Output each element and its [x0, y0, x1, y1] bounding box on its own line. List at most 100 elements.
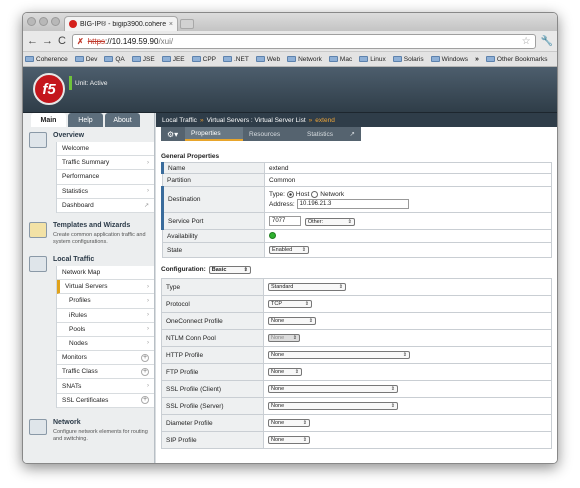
type-select[interactable]: Standard ⇕: [268, 283, 346, 291]
section-title[interactable]: Local Traffic: [53, 254, 154, 266]
bookmark-mac[interactable]: Mac: [328, 55, 353, 63]
close-window-button[interactable]: [27, 17, 36, 26]
ftp-profile-select[interactable]: None ⇕: [268, 368, 302, 376]
bookmark-network[interactable]: Network: [287, 56, 322, 63]
breadcrumb-current: extend: [315, 116, 335, 124]
bookmark-qa[interactable]: QA: [104, 56, 125, 63]
select-value: None: [271, 403, 285, 409]
other-bookmarks[interactable]: Other Bookmarks: [485, 56, 547, 63]
menu-traffic-summary[interactable]: Traffic Summary ›: [57, 156, 154, 171]
menu-nodes[interactable]: Nodes ›: [57, 337, 154, 352]
bookmark-jse[interactable]: JSE: [131, 56, 155, 63]
menu-performance[interactable]: Performance: [57, 170, 154, 185]
address-bar[interactable]: ✗ https://10.149.59.90/xui/ ☆: [72, 33, 536, 49]
folder-icon: [430, 56, 440, 62]
service-port-select[interactable]: Other: ⇕: [304, 217, 355, 226]
bookmark-label: Mac: [339, 55, 353, 63]
oneconnect-profile-select[interactable]: None ⇕: [268, 317, 316, 325]
bookmark-label: Windows: [441, 55, 468, 63]
menu-monitors[interactable]: Monitors +: [57, 351, 154, 366]
reload-icon[interactable]: C: [57, 35, 67, 47]
arrow-right-icon: ›: [147, 159, 149, 166]
bookmark-dev[interactable]: Dev: [74, 56, 97, 63]
select-arrows-icon: ⇕: [308, 318, 313, 324]
ssl-server-profile-select[interactable]: None ⇕: [268, 402, 398, 410]
config-label: Protocol: [161, 295, 264, 313]
overview-icon: [29, 132, 47, 148]
bookmark-jee[interactable]: JEE: [161, 56, 185, 63]
select-arrows-icon: ⇕: [347, 218, 352, 225]
new-tab-button[interactable]: [180, 19, 194, 29]
bookmark-windows[interactable]: Windows: [430, 55, 468, 63]
minimize-window-button[interactable]: [39, 17, 48, 26]
section-title[interactable]: Templates and Wizards: [53, 220, 154, 232]
breadcrumb-separator: »: [199, 116, 204, 124]
diameter-profile-select[interactable]: None ⇕: [268, 419, 310, 427]
wrench-menu-icon[interactable]: 🔧: [541, 36, 553, 47]
menu-profiles[interactable]: Profiles ›: [57, 294, 154, 309]
menu-traffic-class[interactable]: Traffic Class +: [57, 365, 154, 380]
state-select[interactable]: Enabled ⇕: [269, 246, 309, 254]
config-cell: Standard ⇕: [263, 278, 552, 296]
menu-network-map[interactable]: Network Map: [57, 266, 154, 281]
menu-snats[interactable]: SNATs ›: [57, 379, 154, 394]
availability-status-icon: [269, 231, 276, 239]
tab-main[interactable]: Main: [31, 113, 66, 127]
bookmark-label: Coherence: [36, 55, 68, 63]
http-profile-select[interactable]: None ⇕: [268, 351, 410, 359]
service-port-input[interactable]: 7077: [269, 216, 301, 226]
address-input[interactable]: 10.196.21.3: [296, 199, 409, 209]
host-label: Host: [295, 190, 310, 198]
bookmark-star-icon[interactable]: ☆: [522, 36, 531, 47]
gear-icon[interactable]: ⚙▾: [161, 127, 185, 141]
menu-ssl-certificates[interactable]: SSL Certificates +: [57, 394, 154, 408]
browser-tab[interactable]: BIG-IP® - bigip3900.cohere ×: [64, 16, 178, 31]
external-link-icon: ↗: [349, 131, 355, 138]
bookmark-linux[interactable]: Linux: [359, 56, 386, 63]
bookmark-dotnet[interactable]: .NET: [223, 56, 249, 63]
configuration-heading: Configuration: Basic ⇕: [161, 264, 552, 275]
menu-virtual-servers[interactable]: Virtual Servers ›: [57, 280, 154, 295]
tab-resources[interactable]: Resources: [243, 127, 301, 141]
app-main: Main Help About Overview Welcome Traffic…: [23, 113, 557, 463]
sip-profile-select[interactable]: None ⇕: [268, 436, 310, 444]
tab-strip: BIG-IP® - bigip3900.cohere ×: [23, 13, 557, 31]
tab-about[interactable]: About: [105, 113, 140, 127]
config-label: SSL Profile (Server): [161, 397, 264, 415]
bookmark-label: .NET: [234, 55, 249, 63]
menu-irules[interactable]: iRules ›: [57, 309, 154, 323]
folder-icon: [223, 56, 232, 62]
zoom-window-button[interactable]: [51, 17, 60, 26]
host-radio[interactable]: [286, 190, 294, 198]
section-title[interactable]: Overview: [53, 130, 154, 142]
config-label: SIP Profile: [161, 431, 264, 449]
menu-statistics[interactable]: Statistics ›: [57, 185, 154, 199]
menu-pools[interactable]: Pools ›: [57, 323, 154, 337]
plus-icon[interactable]: +: [141, 367, 149, 376]
breadcrumb-local-traffic[interactable]: Local Traffic: [162, 117, 197, 124]
tab-help[interactable]: Help: [68, 113, 103, 127]
configuration-mode-select[interactable]: Basic ⇕: [208, 265, 251, 274]
section-title[interactable]: Network: [53, 417, 154, 429]
ssl-client-profile-select[interactable]: None ⇕: [268, 385, 398, 393]
url-path: /xui/: [158, 36, 174, 46]
menu-dashboard[interactable]: Dashboard ↗: [57, 199, 154, 213]
tab-properties[interactable]: Properties: [185, 127, 243, 141]
more-bookmarks-icon[interactable]: »: [475, 56, 479, 63]
menu-label: Profiles: [69, 297, 91, 305]
bookmark-solaris[interactable]: Solaris: [392, 56, 424, 63]
folder-icon: [25, 56, 34, 62]
menu-welcome[interactable]: Welcome: [57, 142, 154, 157]
bookmark-web[interactable]: Web: [255, 56, 280, 63]
bookmark-cpp[interactable]: CPP: [191, 56, 216, 63]
tab-close-icon[interactable]: ×: [169, 21, 173, 28]
plus-icon[interactable]: +: [141, 396, 149, 405]
plus-icon[interactable]: +: [141, 353, 149, 362]
breadcrumb-virtual-server-list[interactable]: Virtual Servers : Virtual Server List: [207, 117, 306, 124]
network-radio[interactable]: [311, 190, 319, 198]
tab-statistics[interactable]: Statistics ↗: [301, 127, 361, 141]
back-icon[interactable]: ←: [27, 35, 38, 47]
protocol-select[interactable]: TCP ⇕: [268, 300, 312, 308]
forward-icon[interactable]: →: [42, 35, 53, 47]
bookmark-coherence[interactable]: Coherence: [25, 56, 68, 63]
